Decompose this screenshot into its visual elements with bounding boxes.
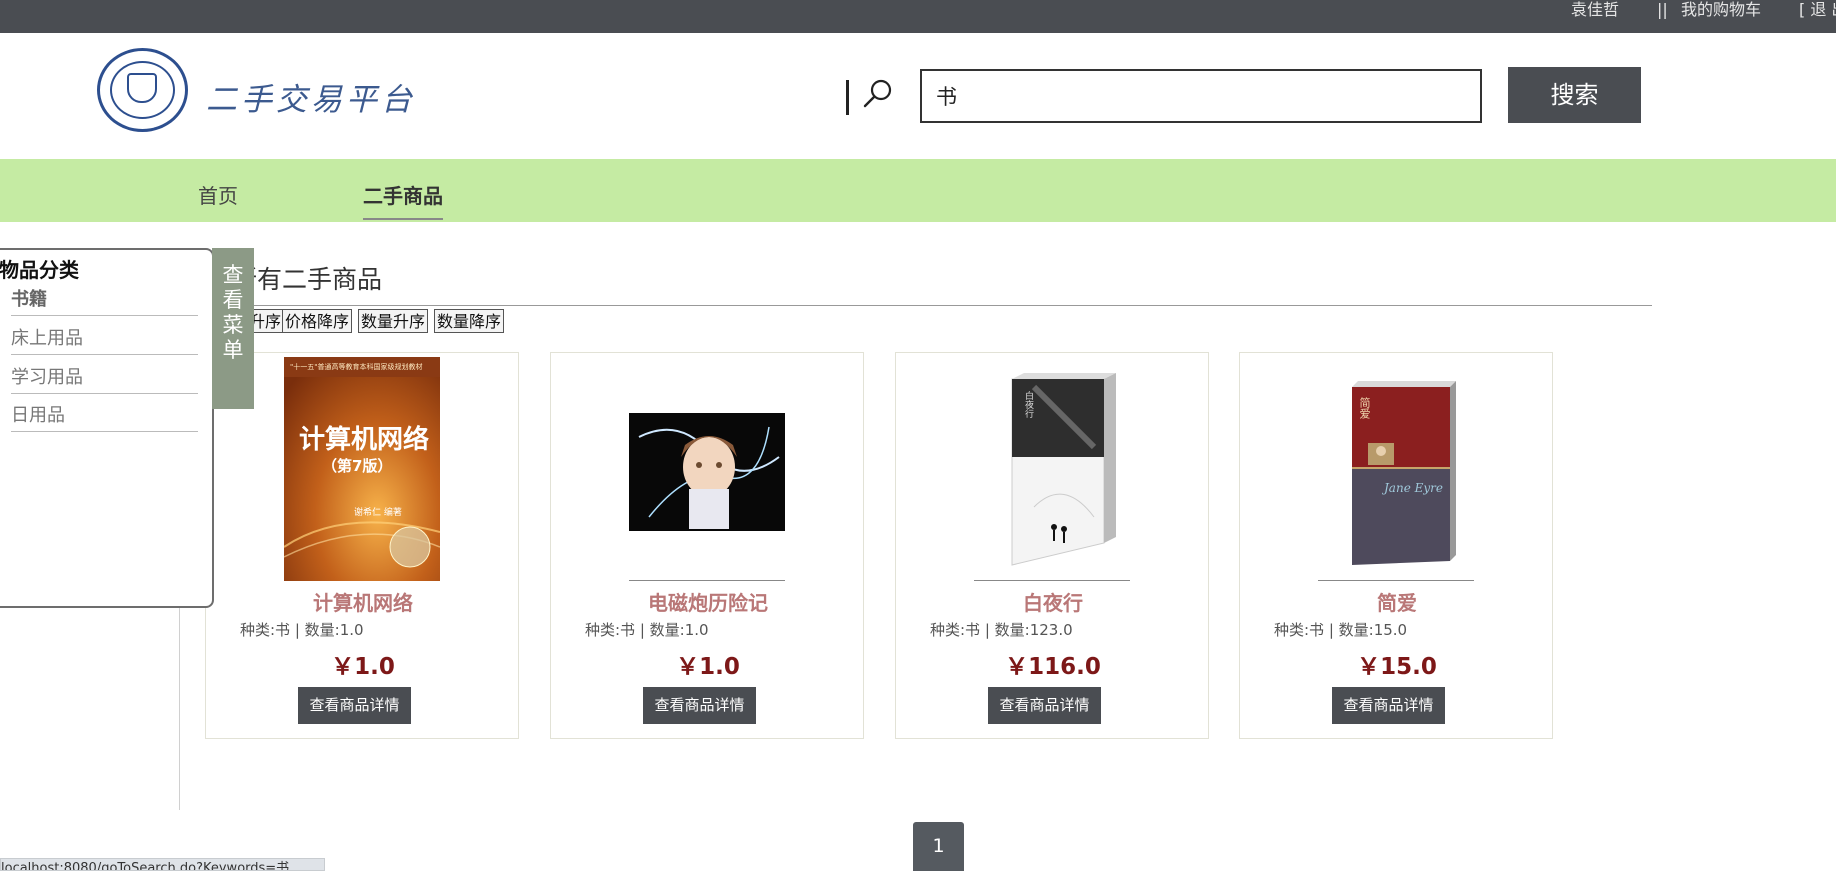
top-bar: 袁佳哲 || 我的购物车 [ 退 出 — [0, 0, 1836, 33]
product-image-jane-eyre[interactable]: 简爱 Jane Eyre — [1318, 357, 1474, 581]
nav-home[interactable]: 首页 — [198, 159, 238, 222]
category-study-supplies[interactable]: 学习用品 — [11, 366, 198, 394]
product-image-railgun[interactable] — [629, 357, 785, 581]
status-bar-url: localhost:8080/goToSearch.do?Keywords=书 — [0, 858, 325, 871]
product-price: ￥116.0 — [1005, 654, 1101, 680]
category-daily-goods[interactable]: 日用品 — [11, 404, 198, 432]
view-menu-toggle[interactable]: 查 看 菜 单 — [212, 248, 254, 409]
image-divider — [629, 580, 785, 581]
search-input[interactable] — [920, 69, 1482, 123]
site-logo-text[interactable]: 二手交易平台 — [206, 74, 416, 119]
category-sidebar: 物品分类 书籍 床上用品 学习用品 日用品 — [0, 248, 214, 608]
cover-series: "十一五"普通高等教育本科国家级规划教材 — [290, 363, 423, 371]
menu-toggle-char: 看 — [222, 288, 244, 312]
search-button[interactable]: 搜索 — [1508, 67, 1641, 123]
product-name[interactable]: 电磁炮历险记 — [551, 587, 865, 616]
product-card: "十一五"普通高等教育本科国家级规划教材 计算机网络 （第7版） 谢希仁 编著 … — [205, 352, 519, 739]
product-card: 白夜行 白夜行 种类:书 | 数量:123.0 ￥116.0 查看商品详情 — [895, 352, 1209, 739]
cover-edition: （第7版） — [322, 457, 393, 475]
cover-subtitle: Jane Eyre — [1384, 481, 1443, 495]
category-bedding[interactable]: 床上用品 — [11, 327, 198, 355]
university-seal-logo[interactable] — [97, 48, 188, 132]
product-meta: 种类:书 | 数量:1.0 — [240, 621, 364, 639]
product-card: 简爱 Jane Eyre 简爱 种类:书 | 数量:15.0 ￥15.0 查看商… — [1239, 352, 1553, 739]
view-details-button[interactable]: 查看商品详情 — [1332, 687, 1445, 724]
product-price: ￥15.0 — [1357, 654, 1437, 680]
sort-price-desc-button[interactable]: 价格降序 — [282, 309, 353, 333]
product-image-computer-networks[interactable]: "十一五"普通高等教育本科国家级规划教材 计算机网络 （第7版） 谢希仁 编著 — [283, 357, 441, 581]
product-price: ￥1.0 — [331, 654, 395, 680]
image-divider — [974, 580, 1130, 581]
product-meta: 种类:书 | 数量:15.0 — [1274, 621, 1408, 639]
sort-quantity-asc-button[interactable]: 数量升序 — [358, 309, 429, 333]
main-nav: 首页 二手商品 — [0, 159, 1836, 222]
sort-quantity-desc-button[interactable]: 数量降序 — [434, 309, 505, 333]
product-meta: 种类:书 | 数量:1.0 — [585, 621, 709, 639]
nav-secondhand-goods[interactable]: 二手商品 — [363, 159, 443, 222]
category-books[interactable]: 书籍 — [11, 288, 198, 316]
view-details-button[interactable]: 查看商品详情 — [988, 687, 1101, 724]
pagination-page-1[interactable]: 1 — [913, 822, 964, 871]
cover-title: 简爱 — [1358, 397, 1371, 419]
product-name[interactable]: 简爱 — [1240, 587, 1554, 616]
cart-link[interactable]: 我的购物车 — [1681, 0, 1761, 20]
product-name[interactable]: 白夜行 — [896, 587, 1210, 616]
image-divider — [1318, 580, 1474, 581]
menu-toggle-char: 查 — [222, 263, 244, 287]
sidebar-title: 物品分类 — [0, 258, 79, 282]
product-meta: 种类:书 | 数量:123.0 — [930, 621, 1073, 639]
view-details-button[interactable]: 查看商品详情 — [643, 687, 756, 724]
product-image-journey-under-midnight-sun[interactable]: 白夜行 — [974, 357, 1130, 581]
cover-author: 谢希仁 编著 — [354, 508, 402, 518]
logout-link[interactable]: [ 退 出 — [1799, 0, 1836, 20]
product-price: ￥1.0 — [676, 654, 740, 680]
view-details-button[interactable]: 查看商品详情 — [298, 687, 411, 724]
cover-title: 白夜行 — [1023, 391, 1033, 418]
seal-emblem — [127, 73, 157, 103]
page-title: 所有二手商品 — [232, 265, 383, 294]
cover-title: 计算机网络 — [299, 425, 430, 455]
product-name[interactable]: 计算机网络 — [206, 587, 520, 616]
nav-active-underline — [363, 218, 443, 220]
product-card: 电磁炮历险记 种类:书 | 数量:1.0 ￥1.0 查看商品详情 — [550, 352, 864, 739]
menu-toggle-char: 单 — [222, 338, 244, 362]
title-divider — [232, 305, 1652, 306]
username-link[interactable]: 袁佳哲 — [1571, 0, 1619, 20]
menu-toggle-char: 菜 — [222, 313, 244, 337]
search-icon — [863, 79, 892, 108]
topbar-separator: || — [1657, 0, 1668, 19]
search-divider — [846, 80, 849, 115]
